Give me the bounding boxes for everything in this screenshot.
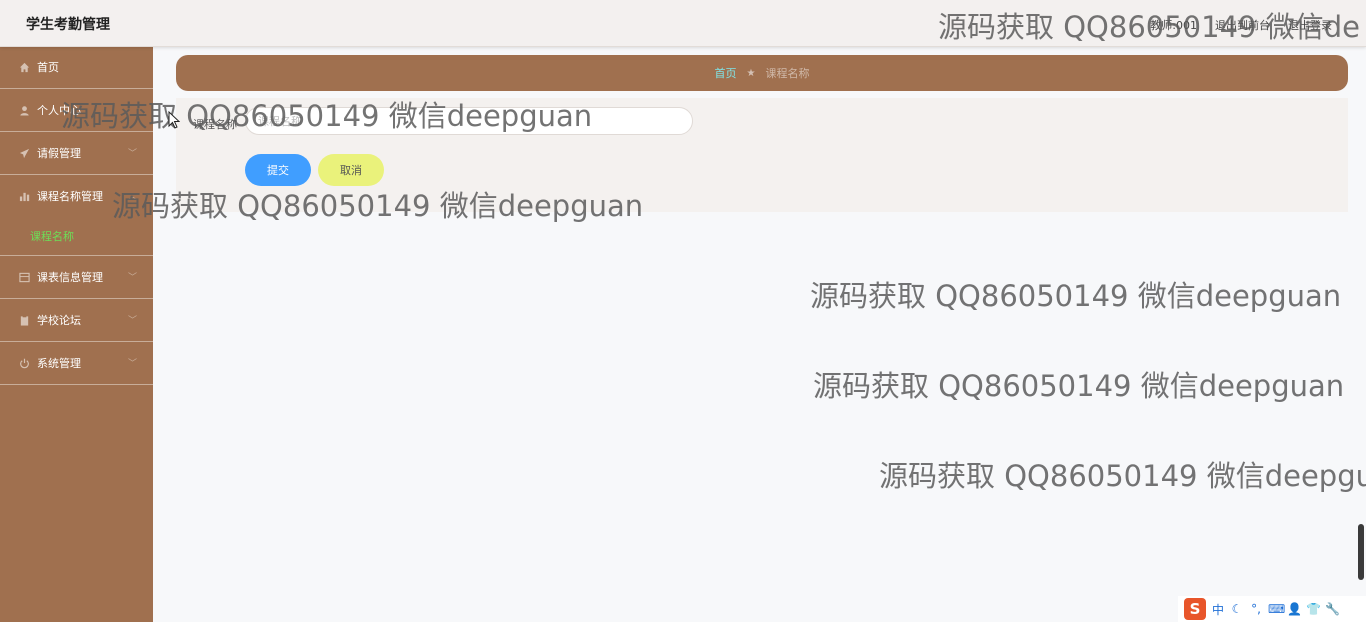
logout-link[interactable]: 退出登录 [1288, 17, 1332, 33]
send-icon [18, 147, 30, 159]
sidebar-item-forum[interactable]: 学校论坛 ﹀ [0, 299, 153, 342]
home-icon [18, 61, 30, 73]
submit-button[interactable]: 提交 [245, 154, 311, 186]
exit-to-front-link[interactable]: 退出到前台 [1215, 17, 1270, 33]
moon-icon[interactable]: ☾ [1230, 602, 1244, 616]
chevron-down-icon: ﹀ [127, 316, 137, 326]
user-icon [18, 104, 30, 116]
sidebar-item-system[interactable]: 系统管理 ﹀ [0, 342, 153, 385]
clipboard-icon [18, 314, 30, 326]
top-header: 学生考勤管理 教师:001 退出到前台 退出登录 [0, 0, 1366, 47]
table-icon [18, 271, 30, 283]
bar-chart-icon [18, 190, 30, 202]
skin-icon[interactable]: 👕 [1306, 602, 1321, 616]
sidebar-item-leave[interactable]: 请假管理 ﹀ [0, 132, 153, 175]
breadcrumb-home-link[interactable]: 首页 [715, 65, 737, 81]
sidebar-item-course-names[interactable]: 课程名称管理 ︿ [0, 175, 153, 217]
user-center-icon[interactable]: 👤 [1287, 602, 1302, 616]
course-name-label: 课程名称 [193, 118, 237, 131]
keyboard-icon[interactable]: ⌨ [1268, 602, 1285, 616]
chevron-down-icon: ﹀ [127, 149, 137, 159]
sidebar-item-label: 学校论坛 [37, 314, 81, 327]
sidebar-item-label: 个人中心 [37, 104, 81, 117]
breadcrumb-current: 课程名称 [765, 67, 810, 80]
sidebar-item-home[interactable]: 首页 [0, 46, 153, 89]
app-title: 学生考勤管理 [26, 17, 110, 33]
current-user: 教师:001 [1150, 19, 1197, 32]
breadcrumb: 首页 ★ 课程名称 [176, 55, 1348, 91]
sidebar: 首页 个人中心 请假管理 ﹀ 课程名称管理 ︿ 课程名称 课表信息管理 ﹀ 学校… [0, 46, 153, 622]
star-separator-icon: ★ [746, 67, 756, 79]
sidebar-item-label: 请假管理 [37, 147, 81, 160]
chevron-up-icon: ︿ [127, 192, 137, 202]
sidebar-item-label: 首页 [37, 61, 59, 74]
main-content: 首页 ★ 课程名称 课程名称 提交 取消 [153, 46, 1366, 622]
chevron-down-icon: ﹀ [127, 273, 137, 283]
settings-wrench-icon[interactable]: 🔧 [1325, 602, 1340, 616]
punctuation-icon[interactable]: °, [1249, 602, 1263, 616]
sidebar-item-label: 系统管理 [37, 357, 81, 370]
power-icon [18, 357, 30, 369]
sidebar-subitem-course-name[interactable]: 课程名称 [0, 217, 153, 256]
sidebar-item-label: 课程名称管理 [37, 190, 103, 203]
sidebar-item-profile[interactable]: 个人中心 [0, 89, 153, 132]
sogou-logo-icon[interactable]: S [1184, 598, 1206, 620]
course-name-input[interactable] [245, 107, 693, 135]
sidebar-item-label: 课表信息管理 [37, 271, 103, 284]
cancel-button[interactable]: 取消 [318, 154, 384, 186]
page-scrollbar[interactable] [1358, 46, 1366, 622]
chevron-down-icon: ﹀ [127, 359, 137, 369]
course-name-form: 课程名称 提交 取消 [176, 98, 1348, 212]
ime-mode-toggle[interactable]: 中 [1211, 601, 1225, 618]
ime-toolbar: S 中 ☾ °, ⌨ 👤 👕 🔧 [1178, 596, 1366, 622]
sidebar-item-schedule[interactable]: 课表信息管理 ﹀ [0, 256, 153, 299]
scrollbar-thumb[interactable] [1358, 524, 1364, 580]
mouse-cursor-icon [168, 111, 180, 129]
header-actions: 教师:001 退出到前台 退出登录 [1150, 17, 1332, 33]
